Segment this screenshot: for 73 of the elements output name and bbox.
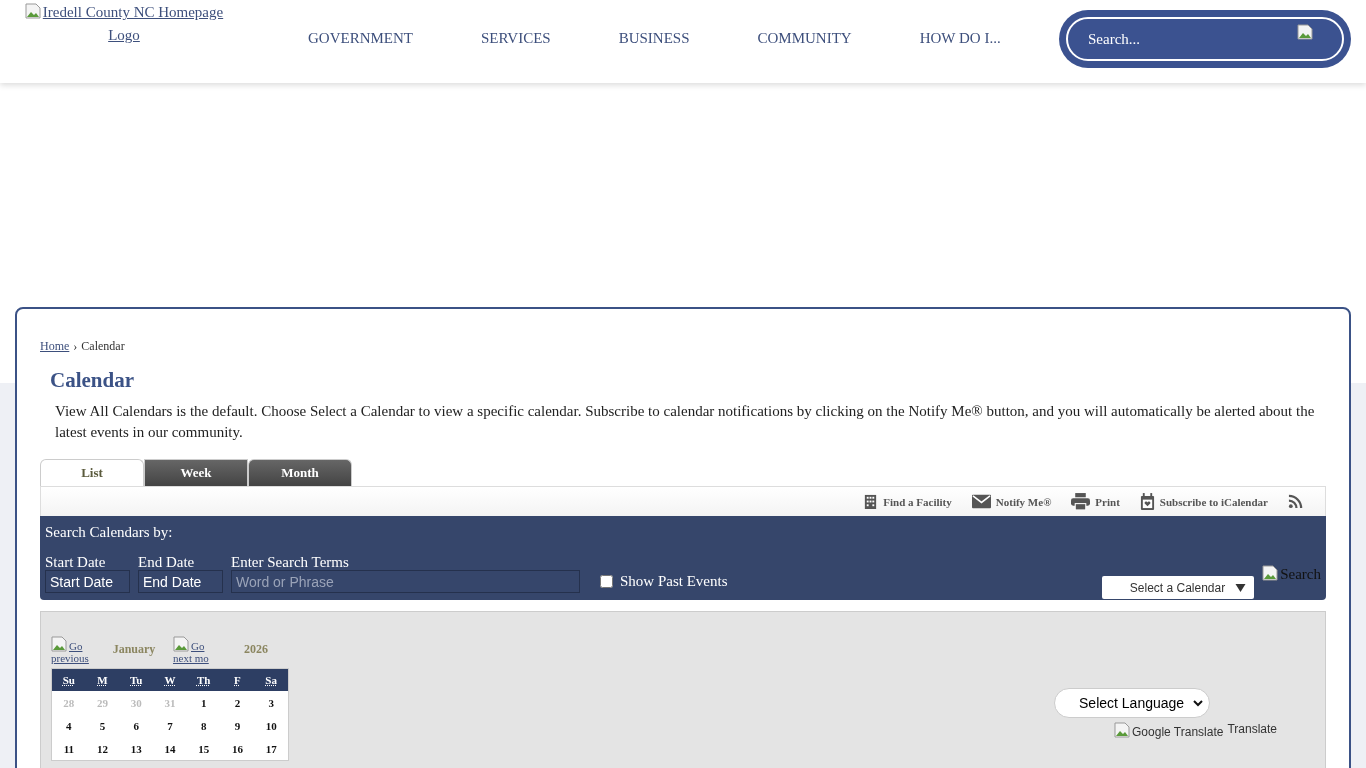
day-cell[interactable]: 14 — [153, 742, 187, 755]
broken-image-icon — [1114, 722, 1131, 738]
day-cell[interactable]: 5 — [85, 719, 120, 732]
day-cell[interactable]: 9 — [220, 719, 255, 732]
caret-icon — [1235, 583, 1247, 592]
toolbar-link[interactable]: Notify Me® — [971, 493, 1052, 510]
nav-link[interactable]: COMMUNITY — [723, 30, 886, 47]
checkbox[interactable] — [600, 575, 613, 588]
next-month-link[interactable]: Go next mo — [173, 636, 217, 664]
weekday-label: M — [96, 674, 109, 686]
date-field[interactable]: End Date — [138, 570, 223, 593]
calendar-icon — [1139, 493, 1155, 510]
day-cell[interactable]: 1 — [186, 696, 221, 709]
chevron-icon — [1193, 699, 1204, 707]
field-label: Enter Search Terms — [231, 554, 350, 570]
field-label: Start Date — [45, 554, 107, 570]
weekday-label: W — [163, 674, 177, 686]
day-cell[interactable]: 3 — [254, 696, 288, 709]
intro-text: View All Calendars is the default. Choose Select a Calendar to view a specific calendar. Subscribe to calendar notifications by clicking on the Notify Me® button, and you will automatically be alerted about the latest events in our community. — [55, 402, 1316, 442]
logo-link[interactable]: Iredell County NC Homepage Logo — [14, 1, 234, 47]
language-dropdown[interactable]: Select Language — [1054, 688, 1211, 718]
checkbox-label: Show Past Events — [620, 573, 728, 590]
nav-link[interactable]: GOVERNMENT — [274, 30, 447, 47]
rss-icon[interactable] — [1288, 493, 1303, 510]
day-cell[interactable]: 12 — [85, 742, 120, 755]
day-cell[interactable]: 6 — [119, 719, 154, 732]
nav-link[interactable]: BUSINESS — [584, 30, 724, 47]
broken-image-icon — [51, 636, 67, 652]
broken-image-icon — [1297, 24, 1313, 40]
calendar-dropdown[interactable]: Select a Calendar — [1102, 576, 1255, 599]
breadcrumb-link[interactable]: Home — [40, 339, 70, 354]
search-field[interactable]: Search... — [1059, 10, 1351, 68]
weekday-label: F — [233, 674, 242, 686]
page-title: Calendar — [50, 368, 135, 393]
day-cell[interactable]: 16 — [220, 742, 255, 755]
weekday-label: Tu — [129, 674, 144, 686]
toolbar-link[interactable]: Print — [1071, 493, 1120, 510]
weekday-label: Sa — [264, 674, 278, 686]
day-cell[interactable]: 11 — [52, 742, 86, 755]
day-cell[interactable]: 7 — [153, 719, 187, 732]
nav-link[interactable]: HOW DO I... — [885, 30, 1035, 47]
translate-logo: Google Translate — [1114, 722, 1224, 739]
building-icon — [863, 493, 879, 510]
previous-month-link[interactable]: Go previous — [51, 636, 95, 664]
view-tab[interactable]: Month — [248, 459, 352, 486]
search-terms-field[interactable]: Word or Phrase — [231, 570, 580, 593]
day-cell[interactable]: 8 — [186, 719, 221, 732]
field-label: End Date — [138, 554, 196, 570]
toolbar-link[interactable]: Subscribe to iCalendar — [1139, 493, 1268, 510]
broken-image-icon — [173, 636, 189, 652]
day-cell[interactable]: 15 — [186, 742, 221, 755]
panel-heading: Search Calendars by: — [45, 524, 174, 541]
day-cell[interactable]: 10 — [254, 719, 288, 732]
nav-link[interactable]: SERVICES — [447, 30, 585, 47]
printer-icon — [1071, 493, 1091, 510]
weekday-label: Su — [61, 674, 76, 686]
breadcrumb-current: Calendar — [81, 339, 125, 354]
view-tab[interactable]: List — [40, 459, 144, 486]
breadcrumb-separator: › — [73, 339, 78, 354]
broken-image-icon — [1262, 565, 1279, 581]
day-cell[interactable]: 2 — [220, 696, 255, 709]
day-cell[interactable]: 13 — [119, 742, 154, 755]
translate-link[interactable]: Translate — [1227, 722, 1277, 739]
broken-image-icon — [24, 3, 41, 19]
day-cell[interactable]: 4 — [52, 719, 86, 732]
day-cell[interactable]: 17 — [254, 742, 288, 755]
view-tab[interactable]: Week — [144, 459, 248, 486]
envelope-icon — [971, 493, 991, 510]
month-label: January — [111, 642, 157, 657]
date-field[interactable]: Start Date — [45, 570, 130, 593]
year-label: 2026 — [243, 642, 269, 657]
weekday-label: Th — [195, 674, 212, 686]
toolbar-link[interactable]: Find a Facility — [863, 493, 952, 510]
